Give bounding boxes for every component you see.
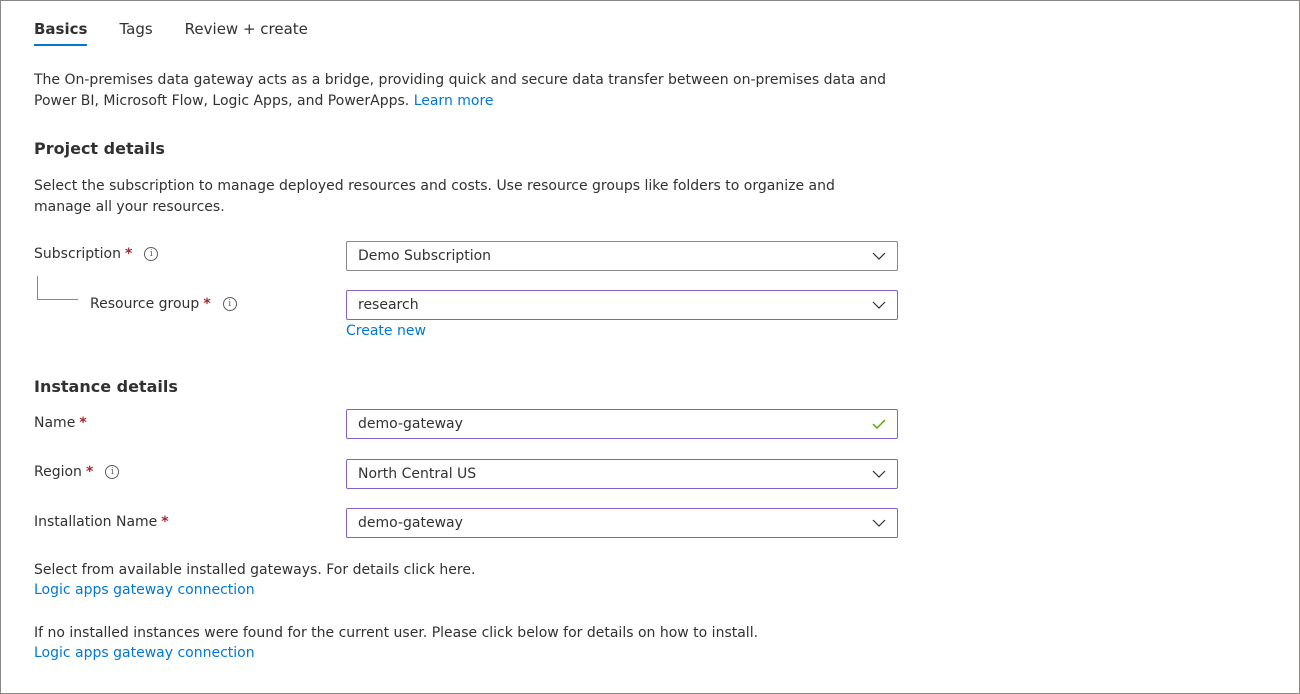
name-label: Name * bbox=[34, 415, 87, 431]
required-marker: * bbox=[203, 296, 211, 312]
create-new-link[interactable]: Create new bbox=[346, 323, 426, 339]
subscription-dropdown[interactable]: Demo Subscription bbox=[346, 241, 898, 271]
select-gateways-text: Select from available installed gateways… bbox=[34, 562, 476, 578]
project-details-description: Select the subscription to manage deploy… bbox=[34, 178, 835, 215]
tree-connector-horizontal bbox=[37, 299, 78, 300]
required-marker: * bbox=[79, 415, 87, 431]
chevron-down-icon bbox=[872, 301, 886, 309]
region-dropdown[interactable]: North Central US bbox=[346, 459, 898, 489]
region-label-text: Region bbox=[34, 464, 82, 480]
no-instances-text: If no installed instances were found for… bbox=[34, 625, 759, 641]
info-icon[interactable]: i bbox=[105, 465, 120, 479]
chevron-down-icon bbox=[872, 519, 886, 527]
info-icon[interactable]: i bbox=[144, 247, 159, 261]
tab-basics[interactable]: Basics bbox=[34, 20, 88, 46]
project-details-heading: Project details bbox=[34, 139, 165, 158]
region-value: North Central US bbox=[358, 466, 477, 482]
instance-details-heading: Instance details bbox=[34, 377, 178, 396]
learn-more-link[interactable]: Learn more bbox=[414, 93, 494, 109]
subscription-label: Subscription * i bbox=[34, 246, 159, 262]
tab-tags[interactable]: Tags bbox=[119, 20, 152, 46]
region-label: Region * i bbox=[34, 464, 120, 480]
installation-name-label: Installation Name * bbox=[34, 514, 169, 530]
required-marker: * bbox=[85, 464, 94, 480]
name-input[interactable]: demo-gateway bbox=[346, 409, 898, 439]
installation-name-label-text: Installation Name bbox=[34, 514, 158, 530]
name-value: demo-gateway bbox=[358, 416, 463, 432]
installation-name-dropdown[interactable]: demo-gateway bbox=[346, 508, 898, 538]
resource-group-label: Resource group * i bbox=[90, 296, 237, 312]
intro-paragraph: The On-premises data gateway acts as a b… bbox=[34, 70, 914, 112]
subscription-label-text: Subscription bbox=[34, 246, 121, 262]
installation-name-value: demo-gateway bbox=[358, 515, 463, 531]
name-label-text: Name bbox=[34, 415, 76, 431]
required-marker: * bbox=[161, 514, 169, 530]
required-marker: * bbox=[125, 246, 133, 262]
chevron-down-icon bbox=[872, 252, 886, 260]
resource-group-value: research bbox=[358, 297, 419, 313]
gateway-install-link[interactable]: Logic apps gateway connection bbox=[34, 645, 255, 661]
chevron-down-icon bbox=[872, 470, 886, 478]
subscription-value: Demo Subscription bbox=[358, 248, 492, 264]
gateway-connection-link[interactable]: Logic apps gateway connection bbox=[34, 582, 255, 598]
resource-group-label-text: Resource group bbox=[90, 296, 200, 312]
checkmark-icon bbox=[872, 419, 886, 429]
tab-bar: Basics Tags Review + create bbox=[34, 20, 340, 46]
resource-group-dropdown[interactable]: research bbox=[346, 290, 898, 320]
tree-connector-vertical bbox=[37, 276, 38, 300]
tab-review-create[interactable]: Review + create bbox=[185, 20, 308, 46]
info-icon[interactable]: i bbox=[222, 297, 237, 311]
